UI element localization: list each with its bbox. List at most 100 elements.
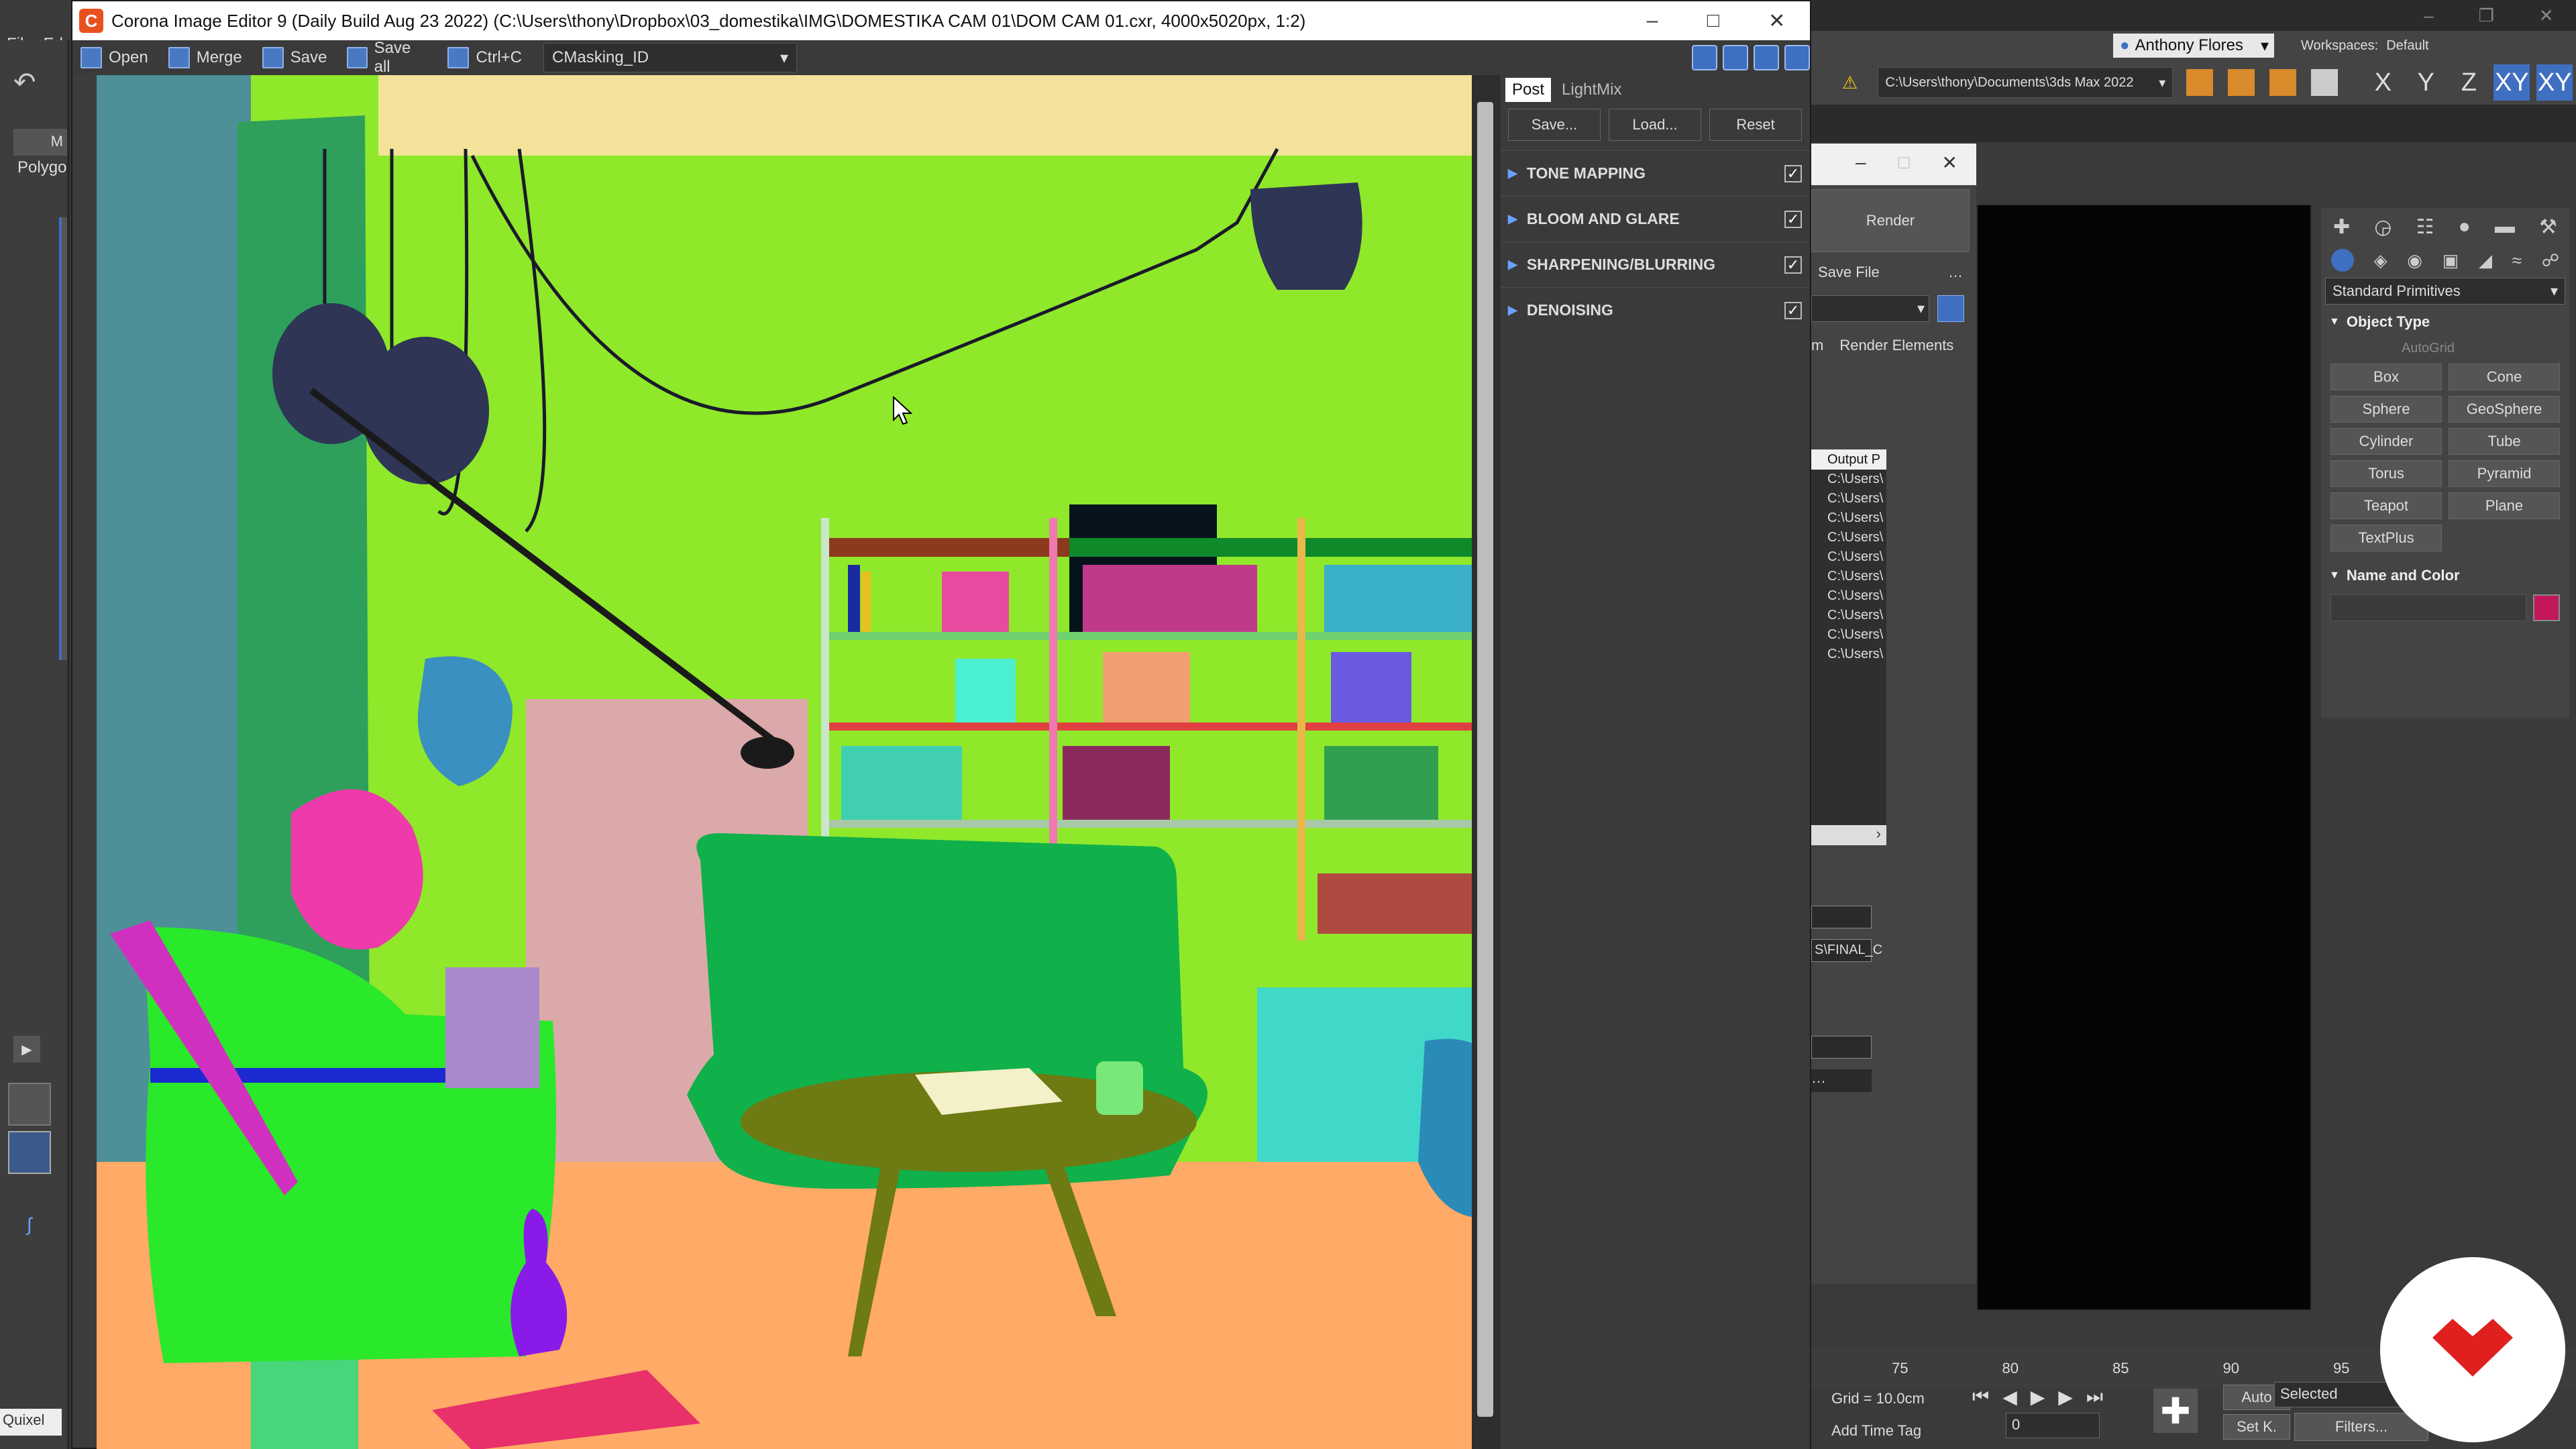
save-all-button[interactable]: Save all xyxy=(341,39,433,76)
output-scrollbar[interactable]: › xyxy=(1811,825,1886,845)
user-dropdown[interactable]: ● Anthony Flores ▾ xyxy=(2113,34,2274,58)
tab-lightmix[interactable]: LightMix xyxy=(1555,78,1628,102)
utilities-tab-icon[interactable]: ⚒ xyxy=(2539,215,2557,239)
spacewarps-icon[interactable]: ≈ xyxy=(2512,250,2522,271)
workspaces-value[interactable]: Default xyxy=(2386,38,2428,54)
copy-button[interactable]: Ctrl+C xyxy=(442,43,527,72)
denoising-section[interactable]: ▶ DENOISING ✓ xyxy=(1500,287,1810,333)
restore-icon[interactable]: ❐ xyxy=(2479,5,2494,26)
minimize-icon[interactable]: – xyxy=(1856,152,1866,174)
tone-mapping-section[interactable]: ▶ TONE MAPPING ✓ xyxy=(1500,150,1810,196)
list-item[interactable]: C:\Users\ xyxy=(1811,625,1886,645)
next-frame-icon[interactable]: ▶ xyxy=(2058,1386,2073,1408)
render-online-icon[interactable] xyxy=(2311,69,2339,96)
play-icon[interactable]: ▶ xyxy=(2031,1386,2045,1408)
settings-gear-icon[interactable] xyxy=(1784,45,1810,70)
denoising-checkbox[interactable]: ✓ xyxy=(1784,301,1802,319)
undo-icon[interactable]: ↶ xyxy=(13,67,67,98)
load-preset-button[interactable]: Load... xyxy=(1609,109,1701,141)
play-side-icon[interactable]: ▶ xyxy=(13,1036,40,1063)
box-button[interactable]: Box xyxy=(2330,364,2442,390)
list-item[interactable]: C:\Users\ xyxy=(1811,470,1886,489)
object-name-input[interactable] xyxy=(2330,594,2526,621)
more-icon[interactable]: … xyxy=(1948,264,1963,281)
render-button[interactable]: Render xyxy=(1811,189,1970,252)
image-vertical-scrollbar[interactable] xyxy=(1472,75,1499,1449)
textplus-button[interactable]: TextPlus xyxy=(2330,525,2442,551)
object-type-rollout[interactable]: ▼ Object Type xyxy=(2321,307,2569,337)
bloom-and-glare-checkbox[interactable]: ✓ xyxy=(1784,210,1802,228)
geometry-icon[interactable] xyxy=(2330,249,2354,272)
open-button[interactable]: Open xyxy=(75,43,154,72)
tube-button[interactable]: Tube xyxy=(2449,428,2560,455)
viewport-thumb-icon[interactable] xyxy=(8,1131,51,1174)
reset-button[interactable]: Reset xyxy=(1709,109,1802,141)
torus-button[interactable]: Torus xyxy=(2330,460,2442,487)
render-element-dropdown[interactable]: CMasking_ID ▾ xyxy=(543,43,797,72)
output-field-2[interactable] xyxy=(1811,1036,1872,1059)
autogrid-checkbox[interactable]: AutoGrid xyxy=(2321,337,2569,360)
max-viewport[interactable] xyxy=(1976,204,2312,1311)
list-item[interactable]: C:\Users\ xyxy=(1811,567,1886,586)
axis-xy[interactable]: XY xyxy=(2493,64,2530,101)
layout-icon[interactable] xyxy=(8,1083,51,1126)
render-tab-partial[interactable]: m xyxy=(1811,337,1823,354)
primitives-dropdown[interactable]: Standard Primitives ▾ xyxy=(2325,278,2565,305)
cameras-icon[interactable]: ▣ xyxy=(2443,250,2459,271)
scrollbar-thumb[interactable] xyxy=(1477,102,1493,1417)
systems-icon[interactable]: ☍ xyxy=(2542,250,2559,271)
tab-post[interactable]: Post xyxy=(1505,78,1552,102)
list-item[interactable]: C:\Users\ xyxy=(1811,528,1886,547)
list-item[interactable]: C:\Users\ xyxy=(1811,489,1886,508)
tone-mapping-checkbox[interactable]: ✓ xyxy=(1784,164,1802,182)
modify-tab-icon[interactable]: ◶ xyxy=(2374,215,2392,239)
render-preset-dropdown[interactable]: ▾ xyxy=(1811,295,1929,322)
save-preset-button[interactable]: Save... xyxy=(1508,109,1601,141)
key-mode-icon[interactable]: ✚ xyxy=(2153,1389,2198,1433)
object-color-swatch[interactable] xyxy=(2533,594,2560,621)
add-time-tag[interactable]: Add Time Tag xyxy=(1831,1422,1921,1440)
project-path-dropdown[interactable]: C:\Users\thony\Documents\3ds Max 2022 ▾ xyxy=(1878,67,2174,98)
output-more-button[interactable]: … xyxy=(1811,1069,1872,1092)
render-production-icon[interactable] xyxy=(2269,69,2297,96)
curve-icon[interactable]: ∫ xyxy=(27,1214,67,1236)
render-elements-tab[interactable]: Render Elements xyxy=(1839,337,1953,354)
go-to-end-icon[interactable]: ⏭ xyxy=(2086,1386,2103,1408)
pyramid-button[interactable]: Pyramid xyxy=(2449,460,2560,487)
list-item[interactable]: C:\Users\ xyxy=(1811,606,1886,625)
max-mode-tab[interactable]: M xyxy=(13,129,67,156)
list-item[interactable]: C:\Users\ xyxy=(1811,645,1886,664)
zoom-out-icon[interactable] xyxy=(1723,45,1748,70)
close-icon[interactable]: ✕ xyxy=(1942,152,1957,174)
hierarchy-tab-icon[interactable]: ☷ xyxy=(2416,215,2434,239)
shapes-icon[interactable]: ◈ xyxy=(2374,250,2387,271)
close-icon[interactable]: ✕ xyxy=(1768,9,1785,33)
bloom-and-glare-section[interactable]: ▶ BLOOM AND GLARE ✓ xyxy=(1500,196,1810,241)
save-button[interactable]: Save xyxy=(257,43,333,72)
final-output-field[interactable]: S\FINAL_C xyxy=(1811,939,1882,962)
merge-button[interactable]: Merge xyxy=(163,43,248,72)
motion-tab-icon[interactable]: ● xyxy=(2459,215,2471,238)
geosphere-button[interactable]: GeoSphere xyxy=(2449,396,2560,423)
name-and-color-rollout[interactable]: ▼ Name and Color xyxy=(2321,561,2569,590)
cone-button[interactable]: Cone xyxy=(2449,364,2560,390)
close-icon[interactable]: ✕ xyxy=(2539,5,2554,26)
output-field[interactable] xyxy=(1811,906,1872,928)
sharpening-blurring-checkbox[interactable]: ✓ xyxy=(1784,256,1802,274)
set-key-button[interactable]: Set K. xyxy=(2223,1414,2290,1440)
helpers-icon[interactable]: ◢ xyxy=(2479,250,2492,271)
axis-y[interactable]: Y xyxy=(2408,64,2444,101)
list-item[interactable]: C:\Users\ xyxy=(1811,508,1886,528)
warning-icon[interactable]: ⚠ xyxy=(1842,72,1858,93)
prev-frame-icon[interactable]: ◀ xyxy=(2002,1386,2017,1408)
minimize-icon[interactable]: – xyxy=(2424,5,2433,26)
plane-button[interactable]: Plane xyxy=(2449,492,2560,519)
list-item[interactable]: C:\Users\ xyxy=(1811,586,1886,606)
minimize-icon[interactable]: – xyxy=(1647,9,1658,33)
zoom-fit-icon[interactable] xyxy=(1754,45,1779,70)
image-view[interactable] xyxy=(97,75,1499,1449)
axis-x[interactable]: X xyxy=(2365,64,2401,101)
current-frame-field[interactable]: 0 xyxy=(2006,1413,2100,1438)
create-tab-icon[interactable]: ✚ xyxy=(2333,215,2350,239)
axis-xy-cycle[interactable]: XY xyxy=(2536,64,2573,101)
